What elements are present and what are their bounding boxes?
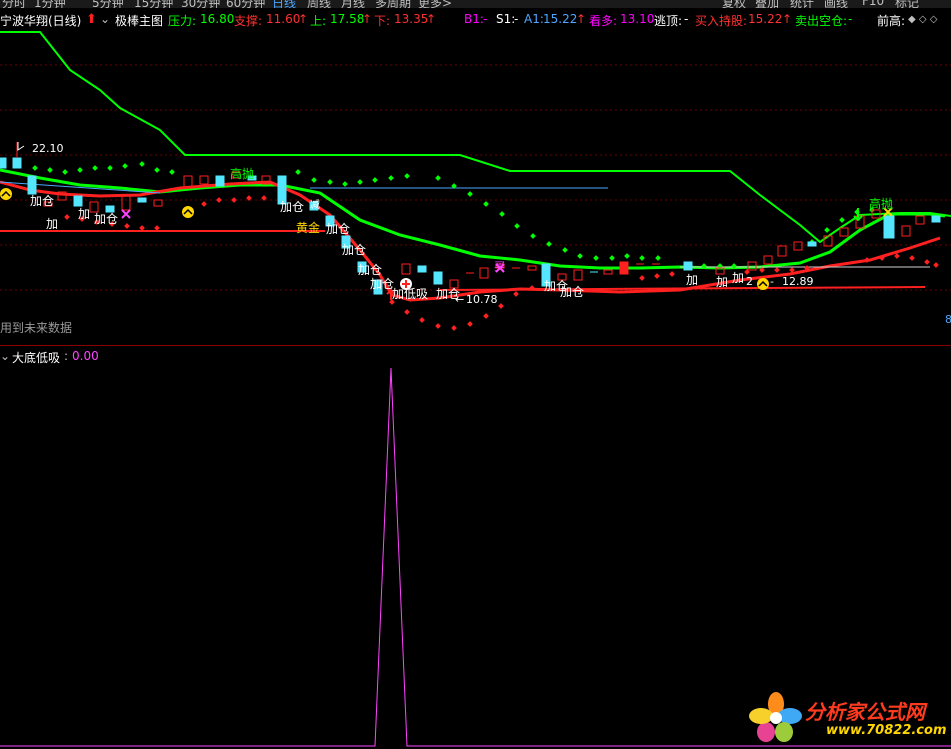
upper-arrow: ↑ bbox=[362, 12, 373, 26]
upper-label: 上: bbox=[310, 14, 327, 28]
mai-label: 买 bbox=[494, 260, 505, 273]
period-tab-daily[interactable]: 日线 bbox=[272, 0, 296, 8]
jiacang-label-4: 加仓 bbox=[326, 222, 350, 236]
stats-button[interactable]: 统计 bbox=[790, 0, 814, 8]
jiacang-label-6: 加仓 bbox=[358, 263, 382, 277]
huangjin-label: 黄金 bbox=[296, 220, 320, 235]
buy-hold-arrow: ↑ bbox=[782, 12, 793, 26]
jia-label-4: 加 bbox=[716, 275, 728, 289]
period-tab-60min[interactable]: 60分钟 bbox=[226, 0, 265, 8]
high-price-label: 22.10 bbox=[32, 142, 64, 155]
upper-value: 17.58 bbox=[330, 12, 365, 26]
mid-price-dash: - bbox=[770, 275, 774, 288]
low-price-label: 10.78 bbox=[466, 293, 498, 306]
b1-value: - bbox=[483, 12, 488, 26]
bullish-value: 13.10 bbox=[620, 12, 655, 26]
s1-label: S1: bbox=[496, 12, 516, 26]
jia-label-2: 加 bbox=[78, 207, 90, 221]
sell-empty-label: 卖出空仓: bbox=[795, 14, 848, 28]
green-ma-line bbox=[0, 168, 946, 270]
main-price-chart[interactable]: 22.10 10.78 ← 12.89 - 2 高抛 高抛 黄金 低吸 加 加 … bbox=[0, 30, 951, 345]
escape-top-value: - bbox=[684, 12, 689, 26]
gaopao-label-left: 高抛 bbox=[230, 166, 254, 181]
jiacang-label-7: 加仓 bbox=[370, 277, 394, 291]
mid-price-prefix: 2 bbox=[746, 275, 753, 288]
settings-diamond-icons[interactable]: ◆ ◇ ◇ bbox=[908, 14, 937, 25]
jianma-label: 减 bbox=[310, 199, 320, 211]
buy-signal-icon-3 bbox=[757, 278, 769, 290]
pressure-label: 压力: bbox=[168, 14, 197, 28]
stock-name[interactable]: 宁波华翔(日线) bbox=[0, 12, 81, 29]
dropdown-circle-icon[interactable]: ⌄ bbox=[100, 12, 110, 26]
watermark-url: www.70822.com bbox=[826, 723, 947, 738]
escape-top-label: 逃顶: bbox=[654, 14, 683, 28]
indicator-name[interactable]: 极棒主图 bbox=[115, 12, 163, 29]
jia-label-5: 加 bbox=[732, 271, 744, 285]
jiacang-label-8: 加仓 bbox=[436, 287, 460, 301]
a1-label: A1: bbox=[524, 12, 544, 26]
indicator-header: 宁波华翔(日线) ⬆ ⌄ 极棒主图 压力: 16.80 支撑: 11.60 ↑ … bbox=[0, 10, 951, 30]
overlay-button[interactable]: 叠加 bbox=[755, 0, 779, 8]
sar-green-dots bbox=[32, 161, 875, 269]
future-data-note: 用到未来数据 bbox=[0, 321, 73, 335]
mark-button[interactable]: 标记 bbox=[895, 0, 919, 8]
pressure-line bbox=[0, 31, 951, 244]
lower-label: 下: bbox=[374, 14, 391, 28]
support-value: 11.60 bbox=[266, 12, 301, 26]
f10-button[interactable]: F10 bbox=[862, 0, 884, 8]
right-edge-marker: 8 bbox=[945, 313, 951, 326]
cross-signal-icon bbox=[121, 209, 131, 219]
lower-arrow: ↑ bbox=[426, 12, 437, 26]
gaopao-label-right: 高抛 bbox=[869, 196, 893, 211]
jiacang-label-2: 加仓 bbox=[94, 212, 118, 226]
period-tab-multi[interactable]: 多周期 bbox=[375, 0, 411, 8]
lower-value: 13.35 bbox=[394, 12, 429, 26]
bullish-label: 看多: bbox=[589, 14, 618, 28]
period-tab-more[interactable]: 更多> bbox=[418, 0, 452, 8]
jiacang-label-5: 加仓 bbox=[342, 243, 366, 257]
flower-logo-icon bbox=[749, 692, 802, 742]
jia-label-3: 加 bbox=[686, 273, 698, 287]
mid-price-label: 12.89 bbox=[782, 275, 814, 288]
up-arrow-icon[interactable]: ⬆ bbox=[86, 12, 97, 27]
pressure-value: 16.80 bbox=[200, 12, 235, 26]
sub-indicator-chart[interactable] bbox=[0, 346, 951, 749]
period-tab-weekly[interactable]: 周线 bbox=[307, 0, 331, 8]
a1-value: 15.22 bbox=[543, 12, 578, 26]
watermark-title: 分析家公式网 bbox=[805, 700, 925, 724]
period-tab-monthly[interactable]: 月线 bbox=[341, 0, 365, 8]
period-tab-intraday[interactable]: 分时 bbox=[2, 0, 26, 8]
jiacang-label-1: 加仓 bbox=[30, 194, 54, 208]
b1-label: B1: bbox=[464, 12, 484, 26]
support-arrow: ↑ bbox=[298, 12, 309, 26]
watermark: 分析家公式网 www.70822.com bbox=[748, 690, 951, 746]
signal-icons bbox=[0, 142, 893, 300]
a1-arrow: ↑ bbox=[576, 12, 587, 26]
period-tab-5min[interactable]: 5分钟 bbox=[92, 0, 124, 8]
period-toolbar: 分时 1分钟 5分钟 15分钟 30分钟 60分钟 日线 周线 月线 多周期 更… bbox=[0, 0, 951, 8]
buy-hold-value: 15.22 bbox=[748, 12, 783, 26]
buy-signal-icon bbox=[0, 188, 12, 200]
period-tab-1min[interactable]: 1分钟 bbox=[34, 0, 66, 8]
s1-value: - bbox=[514, 12, 519, 26]
prev-high-label: 前高: bbox=[877, 14, 906, 28]
fuquan-button[interactable]: 复权 bbox=[722, 0, 746, 8]
buy-signal-icon-2 bbox=[182, 206, 194, 218]
dilow-label: 低吸 bbox=[404, 287, 428, 301]
jia-label-1: 加 bbox=[46, 217, 58, 231]
buy-hold-label: 买入持股: bbox=[695, 14, 748, 28]
period-tab-30min[interactable]: 30分钟 bbox=[181, 0, 220, 8]
support-label: 支撑: bbox=[234, 14, 263, 28]
sell-empty-value: - bbox=[848, 12, 853, 26]
period-tab-15min[interactable]: 15分钟 bbox=[134, 0, 173, 8]
jiacang-label-10: 加仓 bbox=[560, 285, 584, 299]
jiacang-label-3: 加仓 bbox=[280, 200, 304, 214]
draw-button[interactable]: 画线 bbox=[824, 0, 848, 8]
